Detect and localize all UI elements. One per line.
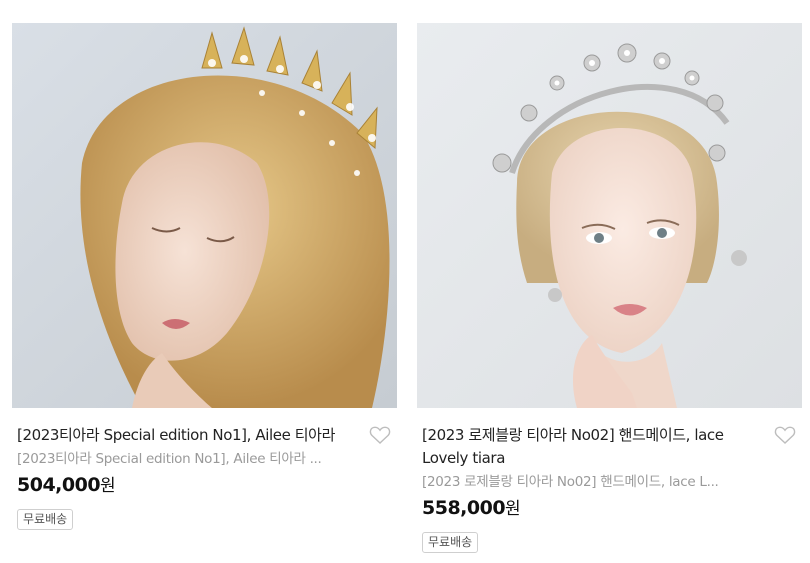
product-price: 558,000원: [422, 495, 798, 522]
price-currency: 원: [505, 499, 521, 519]
product-subtitle: [2023티아라 Special edition No1], Ailee 티아라…: [17, 451, 322, 467]
product-card[interactable]: [2023 로제블랑 티아라 No02] 핸드메이드, lace Lovely …: [417, 23, 802, 553]
price-currency: 원: [100, 476, 116, 496]
price-amount: 504,000: [17, 474, 101, 496]
product-image[interactable]: [12, 23, 397, 408]
heart-outline-icon[interactable]: [774, 425, 796, 445]
product-photo-silver-tiara: [417, 23, 802, 408]
free-shipping-badge: 무료배송: [17, 509, 74, 530]
product-image[interactable]: [417, 23, 802, 408]
heart-outline-icon[interactable]: [369, 425, 391, 445]
price-amount: 558,000: [422, 497, 506, 519]
product-title[interactable]: [2023 로제블랑 티아라 No02] 핸드메이드, lace Lovely …: [422, 424, 758, 470]
product-card[interactable]: [2023티아라 Special edition No1], Ailee 티아라…: [12, 23, 397, 530]
product-title[interactable]: [2023티아라 Special edition No1], Ailee 티아라: [17, 424, 353, 447]
free-shipping-badge: 무료배송: [422, 532, 479, 553]
product-price: 504,000원: [17, 472, 393, 499]
product-subtitle: [2023 로제블랑 티아라 No02] 핸드메이드, lace L...: [422, 474, 719, 490]
product-photo-gold-tiara: [12, 23, 397, 408]
